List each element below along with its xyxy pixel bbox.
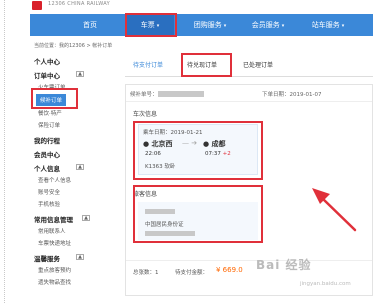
- watermark-url: jingyan.baidu.com: [300, 281, 351, 287]
- annotation-arrow-icon: [312, 188, 357, 232]
- watermark: Bai 经验: [256, 258, 312, 272]
